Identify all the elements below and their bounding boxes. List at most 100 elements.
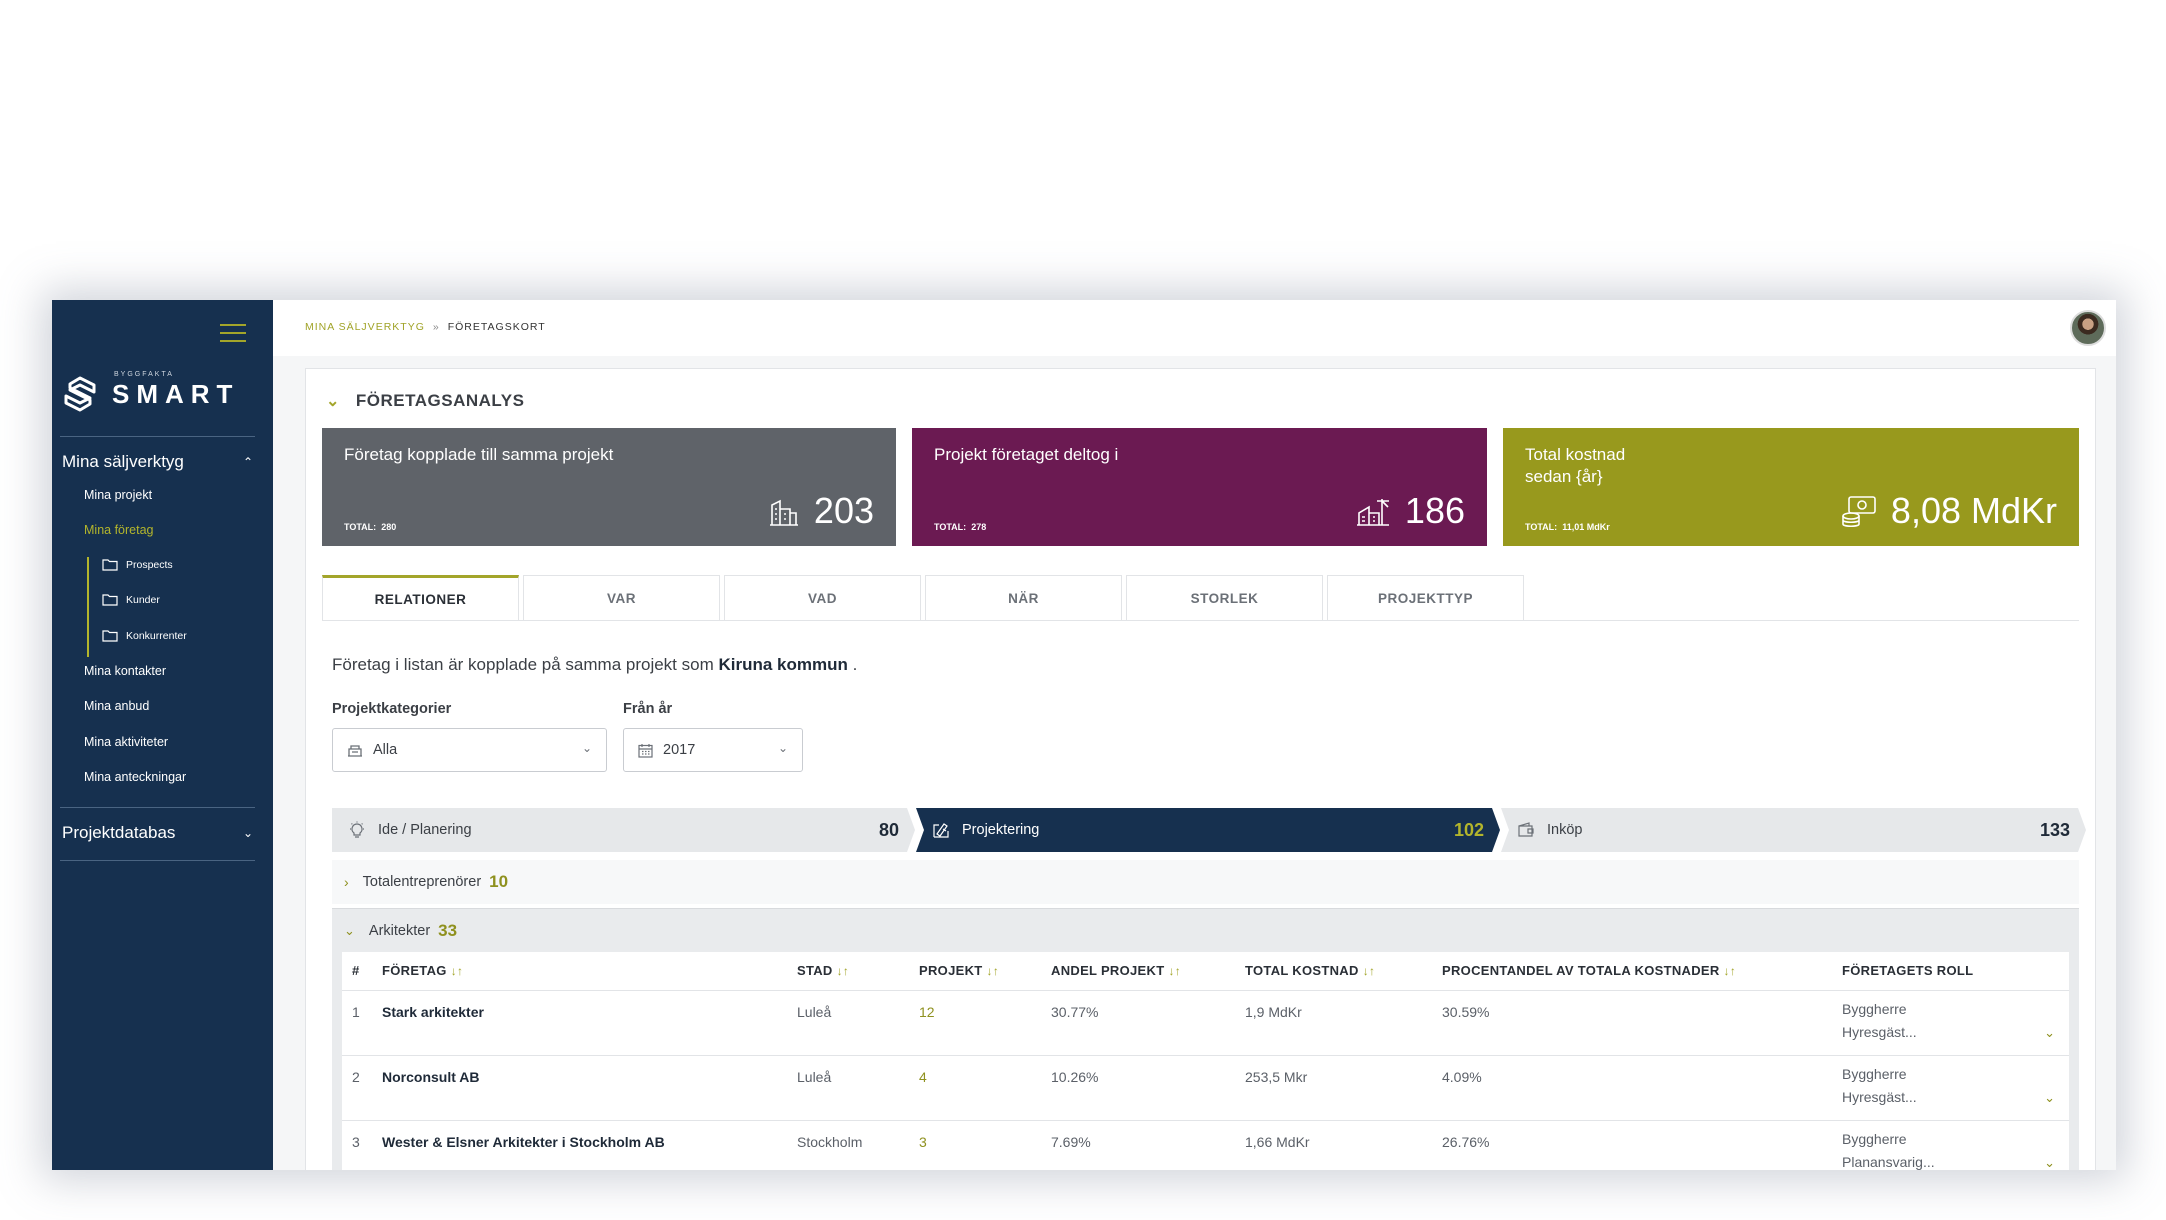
table-header-row: # FÖRETAG ↓↑ STAD ↓↑ PROJEKT ↓↑ ANDEL PROJE…	[342, 952, 2069, 991]
group-label: Totalentreprenörer	[362, 874, 482, 890]
cell-percent: 30.59%	[1432, 990, 1832, 1056]
drafting-icon	[932, 821, 950, 839]
chevron-down-icon[interactable]: ⌄	[2044, 1086, 2055, 1109]
chevron-down-icon: ⌄	[344, 922, 355, 938]
tab-storlek[interactable]: STORLEK	[1126, 575, 1323, 621]
top-bar: MINA SÄLJVERKTYG » FÖRETAGSKORT	[273, 300, 2116, 356]
cell-company[interactable]: Stark arkitekter	[372, 990, 787, 1056]
breadcrumb-root[interactable]: MINA SÄLJVERKTYG	[305, 321, 425, 333]
chevron-right-icon: ›	[344, 874, 349, 890]
card-value: 186	[1355, 490, 1465, 532]
category-select[interactable]: Alla ⌄	[332, 728, 607, 772]
cell-share: 30.77%	[1041, 990, 1235, 1056]
stage-inkop[interactable]: Inköp 133	[1501, 808, 2086, 852]
sort-icon: ↓↑	[986, 964, 1000, 979]
cell-city: Luleå	[787, 1055, 909, 1121]
sidebar-item-mina-projekt[interactable]: Mina projekt	[84, 488, 152, 502]
cell-projects[interactable]: 3	[909, 1120, 1041, 1170]
card-title: Företag kopplade till samma projekt	[344, 445, 614, 464]
stage-projektering[interactable]: Projektering 102	[916, 808, 1500, 852]
stage-count: 80	[878, 819, 899, 840]
folder-icon	[102, 559, 118, 571]
card-connected-companies: Företag kopplade till samma projekt TOTA…	[322, 428, 896, 546]
column-header-total-kostnad[interactable]: TOTAL KOSTNAD ↓↑	[1235, 952, 1432, 991]
submenu-indicator	[87, 557, 89, 657]
chevron-down-icon[interactable]: ⌄	[2044, 1151, 2055, 1171]
chevron-down-icon[interactable]: ⌄	[2044, 1021, 2055, 1044]
stage-label: Inköp	[1547, 822, 1583, 838]
tab-bar: RELATIONER VAR VAD NÄR STORLEK PROJEKTTY…	[322, 575, 1524, 621]
card-title: Total kostnad sedan {år}	[1525, 445, 1626, 486]
cell-city: Stockholm	[787, 1120, 909, 1170]
sidebar-subitem-prospects[interactable]: Prospects	[102, 558, 173, 571]
company-name: Kiruna kommun	[718, 655, 848, 674]
money-icon	[1842, 496, 1876, 528]
sidebar-item-mina-anteckningar[interactable]: Mina anteckningar	[84, 770, 186, 784]
cell-share: 7.69%	[1041, 1120, 1235, 1170]
column-header-projekt[interactable]: PROJEKT ↓↑	[909, 952, 1041, 991]
year-select[interactable]: 2017 ⌄	[623, 728, 803, 772]
table-row[interactable]: 1 Stark arkitekter Luleå 12 30.77% 1,9 M…	[342, 990, 2069, 1056]
column-header-stad[interactable]: STAD ↓↑	[787, 952, 909, 991]
year-label: Från år	[623, 701, 673, 717]
panel-header[interactable]: ⌄ FÖRETAGSANALYS	[326, 391, 524, 411]
panel-title: FÖRETAGSANALYS	[355, 391, 525, 410]
chevron-down-icon: ⌄	[326, 393, 340, 410]
sidebar-subitem-kunder[interactable]: Kunder	[102, 593, 160, 606]
group-arkitekter[interactable]: ⌄ Arkitekter 33	[332, 908, 2079, 952]
card-total: TOTAL: 280	[344, 522, 397, 532]
column-header-roll: FÖRETAGETS ROLL	[1832, 952, 2069, 991]
sidebar-item-mina-anbud[interactable]: Mina anbud	[84, 699, 149, 713]
group-count: 10	[489, 872, 509, 891]
chevron-up-icon: ⌃	[242, 455, 253, 469]
sort-icon: ↓↑	[1362, 964, 1376, 979]
tab-relationer[interactable]: RELATIONER	[322, 575, 519, 621]
stage-label: Ide / Planering	[378, 822, 472, 838]
category-label: Projektkategorier	[332, 701, 452, 717]
group-totalentreprenorer[interactable]: › Totalentreprenörer 10	[332, 860, 2079, 904]
stage-ide-planering[interactable]: Ide / Planering 80	[332, 808, 915, 852]
sort-icon: ↓↑	[836, 964, 850, 979]
column-header-foretag[interactable]: FÖRETAG ↓↑	[372, 952, 787, 991]
stage-label: Projektering	[962, 822, 1040, 838]
sidebar-subitem-label: Konkurrenter	[126, 629, 187, 642]
sidebar-section-label: Mina säljverktyg	[62, 452, 184, 471]
column-header-number: #	[342, 952, 372, 991]
folder-icon	[102, 630, 118, 642]
stage-count: 133	[2039, 819, 2070, 840]
table-row[interactable]: 2 Norconsult AB Luleå 4 10.26% 253,5 Mkr…	[342, 1055, 2069, 1121]
breadcrumb-current: FÖRETAGSKORT	[447, 321, 546, 333]
group-label: Arkitekter	[368, 922, 431, 939]
cell-number: 1	[342, 990, 372, 1056]
column-header-andel-projekt[interactable]: ANDEL PROJEKT ↓↑	[1041, 952, 1235, 991]
sidebar-subitem-label: Prospects	[126, 558, 173, 571]
breadcrumb-separator: »	[432, 321, 440, 333]
sidebar-item-mina-aktiviteter[interactable]: Mina aktiviteter	[84, 735, 168, 749]
tab-var[interactable]: VAR	[523, 575, 720, 621]
cell-company[interactable]: Wester & Elsner Arkitekter i Stockholm A…	[372, 1120, 787, 1170]
cell-projects[interactable]: 4	[909, 1055, 1041, 1121]
sidebar-section-mina-saljverktyg[interactable]: Mina säljverktyg ⌃	[62, 452, 253, 472]
card-projects-participated: Projekt företaget deltog i TOTAL: 278 18…	[912, 428, 1487, 546]
cell-number: 2	[342, 1055, 372, 1121]
avatar[interactable]	[2070, 310, 2106, 346]
cell-projects[interactable]: 12	[909, 990, 1041, 1056]
sidebar-subitem-konkurrenter[interactable]: Konkurrenter	[102, 629, 187, 642]
cell-cost: 1,9 MdKr	[1235, 990, 1432, 1056]
year-value: 2017	[663, 742, 696, 758]
breadcrumb: MINA SÄLJVERKTYG » FÖRETAGSKORT	[305, 321, 546, 333]
sidebar-item-mina-foretag[interactable]: Mina företag	[84, 523, 153, 537]
menu-icon[interactable]	[220, 324, 246, 342]
tab-projekttyp[interactable]: PROJEKTTYP	[1327, 575, 1524, 621]
sidebar-section-projektdatabas[interactable]: Projektdatabas ⌄	[62, 823, 253, 843]
sidebar-item-mina-kontakter[interactable]: Mina kontakter	[84, 664, 166, 678]
cell-company[interactable]: Norconsult AB	[372, 1055, 787, 1121]
app-window: BYGGFAKTA SMART Mina säljverktyg ⌃ Mina …	[52, 300, 2116, 1170]
chevron-down-icon: ⌄	[581, 741, 592, 755]
table-row[interactable]: 3 Wester & Elsner Arkitekter i Stockholm…	[342, 1120, 2069, 1170]
cell-role: Byggherre Planansvarig... ⌄	[1832, 1120, 2069, 1170]
sidebar: BYGGFAKTA SMART Mina säljverktyg ⌃ Mina …	[52, 300, 273, 1170]
tab-vad[interactable]: VAD	[724, 575, 921, 621]
column-header-procentandel[interactable]: PROCENTANDEL AV TOTALA KOSTNADER ↓↑	[1432, 952, 1832, 991]
tab-nar[interactable]: NÄR	[925, 575, 1122, 621]
